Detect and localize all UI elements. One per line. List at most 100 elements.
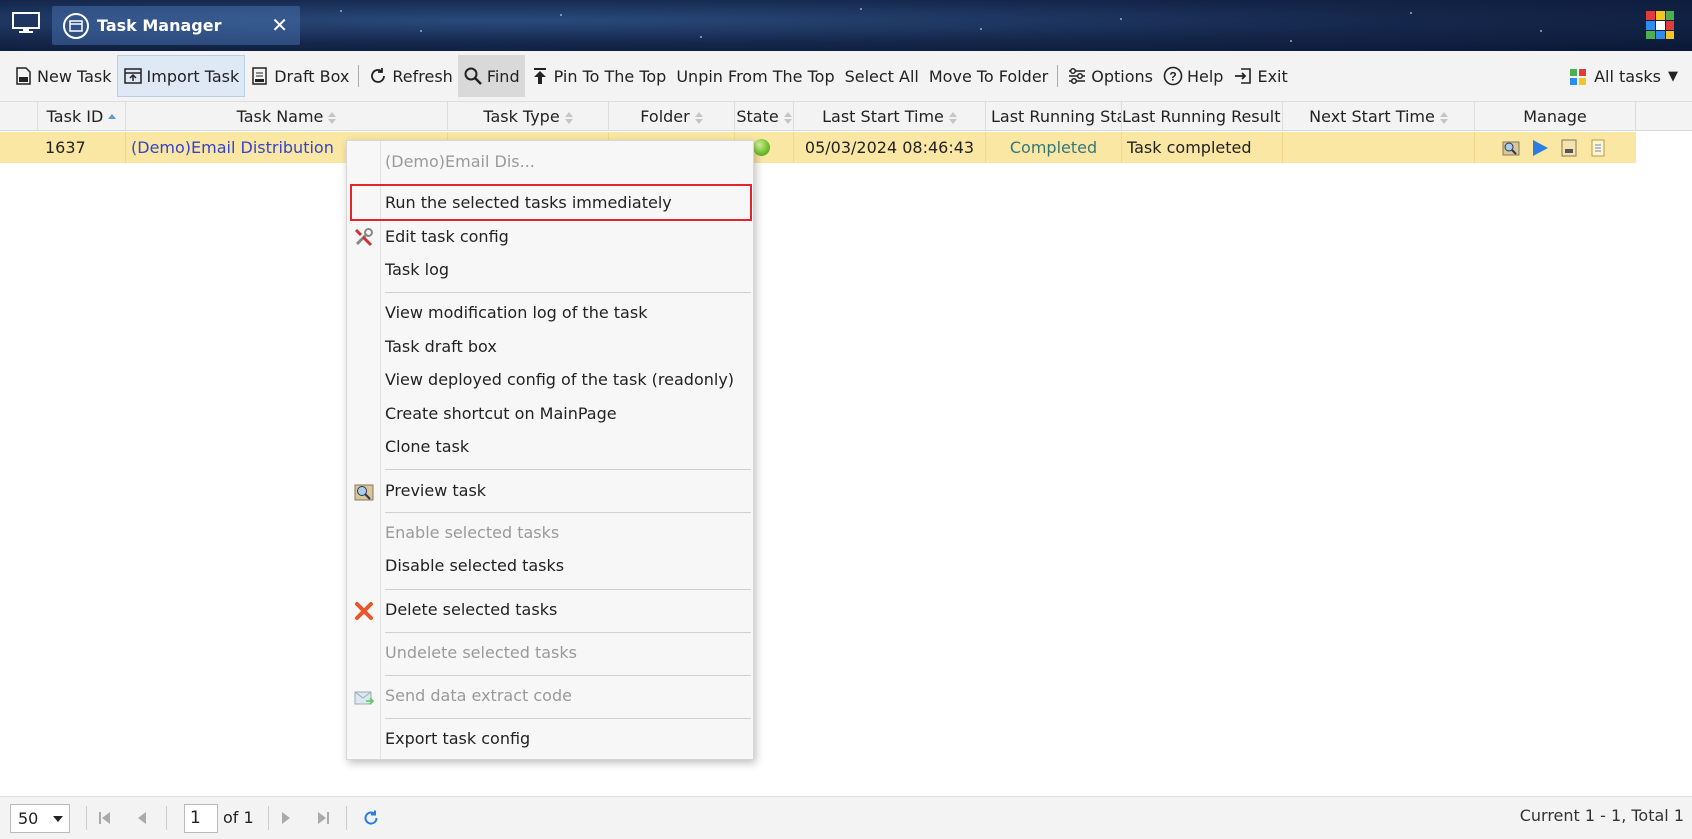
pagination-divider	[86, 806, 87, 830]
toolbar: New Task Import Task Draft Box Refresh F…	[0, 51, 1692, 102]
find-button[interactable]: Find	[457, 55, 525, 97]
menu-separator	[385, 718, 751, 719]
sort-icon	[694, 111, 703, 124]
sort-icon	[948, 111, 957, 124]
task-filter-dropdown[interactable]: All tasks ▼	[1568, 51, 1678, 102]
cell-manage	[1475, 132, 1636, 163]
tab-task-manager[interactable]: Task Manager ✕	[52, 6, 300, 45]
column-header-label: State	[736, 107, 779, 126]
close-icon[interactable]: ✕	[271, 13, 288, 37]
menu-item-delete[interactable]: Delete selected tasks	[385, 600, 557, 619]
cell-last-start: 05/03/2024 08:46:43	[794, 132, 986, 163]
menu-item-edit-config[interactable]: Edit task config	[385, 227, 509, 246]
column-header-folder[interactable]: Folder	[609, 102, 735, 131]
draft-box-label: Draft Box	[274, 66, 350, 86]
options-label: Options	[1091, 66, 1153, 86]
pagination-divider	[166, 806, 167, 830]
pin-top-button[interactable]: Pin To The Top	[525, 55, 672, 97]
send-mail-icon	[354, 691, 375, 705]
column-header-last-result[interactable]: Last Running Result	[1122, 102, 1283, 131]
page-number-input[interactable]: 1	[184, 804, 218, 833]
menu-item-deployed-config[interactable]: View deployed config of the task (readon…	[385, 370, 734, 389]
sort-icon	[1439, 111, 1448, 124]
column-header-state[interactable]: State	[735, 102, 794, 131]
find-label: Find	[486, 66, 520, 86]
menu-item-export-config[interactable]: Export task config	[385, 729, 530, 748]
cell-next-start	[1283, 132, 1475, 163]
new-task-button[interactable]: New Task	[8, 55, 117, 97]
menu-separator	[385, 675, 751, 676]
column-header-label: Last Running State	[991, 107, 1121, 126]
task-manager-icon	[63, 12, 89, 39]
unpin-top-button[interactable]: Unpin From The Top	[671, 55, 839, 97]
select-all-button[interactable]: Select All	[840, 55, 924, 97]
import-task-button[interactable]: Import Task	[116, 55, 246, 97]
cell-last-state: Completed	[986, 132, 1122, 163]
draft-box-button[interactable]: Draft Box	[245, 55, 354, 97]
options-button[interactable]: Options	[1062, 55, 1158, 97]
column-header-task-type[interactable]: Task Type	[448, 102, 609, 131]
grid-header: Task ID Task Name Task Type Folder State…	[0, 102, 1692, 131]
next-page-icon[interactable]	[280, 810, 292, 826]
menu-item-preview[interactable]: Preview task	[385, 481, 486, 500]
column-header-task-name[interactable]: Task Name	[126, 102, 448, 131]
column-header-last-start[interactable]: Last Start Time	[794, 102, 986, 131]
menu-item-disable[interactable]: Disable selected tasks	[385, 556, 564, 575]
move-folder-button[interactable]: Move To Folder	[924, 55, 1053, 97]
page-size-select[interactable]: 50	[10, 804, 70, 833]
column-header-label: Next Start Time	[1309, 107, 1435, 126]
new-task-icon	[16, 67, 31, 85]
menu-item-draft-box[interactable]: Task draft box	[385, 337, 497, 356]
cell-task-id: 1637	[38, 132, 126, 163]
context-menu: (Demo)Email Dis... Run the selected task…	[346, 140, 754, 760]
svg-text:?: ?	[1169, 70, 1176, 84]
column-header-last-state[interactable]: Last Running State	[986, 102, 1122, 131]
wrench-icon	[354, 228, 373, 247]
options-icon	[1069, 67, 1086, 85]
menu-item-mod-log[interactable]: View modification log of the task	[385, 303, 647, 322]
column-header-label: Folder	[640, 107, 690, 126]
refresh-icon[interactable]	[362, 809, 380, 827]
menu-item-enable: Enable selected tasks	[385, 523, 560, 542]
column-header-task-id[interactable]: Task ID	[38, 102, 126, 131]
task-filter-label: All tasks	[1594, 67, 1661, 86]
help-button[interactable]: ? Help	[1158, 55, 1228, 97]
menu-item-clone[interactable]: Clone task	[385, 437, 469, 456]
refresh-button[interactable]: Refresh	[363, 55, 457, 97]
tab-title: Task Manager	[97, 16, 222, 35]
last-page-icon[interactable]	[316, 810, 330, 826]
table-row[interactable]: 1637 (Demo)Email Distribution 05/03/2024…	[0, 132, 1636, 163]
menu-item-task-log[interactable]: Task log	[385, 260, 449, 279]
menu-item-shortcut[interactable]: Create shortcut on MainPage	[385, 404, 617, 423]
move-folder-label: Move To Folder	[928, 66, 1049, 86]
pagination-bar: 50 1 of 1 Current 1 - 1, Total 1	[0, 796, 1692, 839]
task-filter-icon	[1570, 68, 1587, 85]
pin-top-icon	[533, 68, 546, 84]
config-icon[interactable]	[1588, 138, 1608, 158]
delete-x-icon	[355, 602, 373, 620]
menu-gutter	[380, 141, 381, 759]
exit-icon	[1235, 68, 1252, 84]
monitor-icon[interactable]	[12, 12, 40, 34]
column-header-label: Last Start Time	[822, 107, 944, 126]
select-all-label: Select All	[844, 66, 919, 86]
play-icon[interactable]	[1530, 138, 1550, 158]
exit-button[interactable]: Exit	[1228, 55, 1292, 97]
title-bar: Task Manager ✕	[0, 0, 1692, 51]
first-page-icon[interactable]	[98, 810, 112, 826]
prev-page-icon[interactable]	[136, 810, 148, 826]
new-task-label: New Task	[37, 66, 112, 86]
page-count-label: of 1	[223, 808, 254, 827]
preview-icon[interactable]	[1501, 138, 1521, 158]
column-header-label: Task Type	[483, 107, 560, 126]
menu-item-run-now[interactable]: Run the selected tasks immediately	[385, 193, 672, 212]
log-icon[interactable]	[1559, 138, 1579, 158]
menu-item-send-code: Send data extract code	[385, 686, 572, 705]
menu-separator	[385, 512, 751, 513]
menu-separator	[385, 632, 751, 633]
page-size-value: 50	[18, 809, 39, 828]
app-logo-icon[interactable]	[1644, 9, 1676, 41]
toolbar-divider	[1057, 65, 1059, 87]
column-header-next-start[interactable]: Next Start Time	[1283, 102, 1475, 131]
unpin-top-label: Unpin From The Top	[676, 66, 835, 86]
